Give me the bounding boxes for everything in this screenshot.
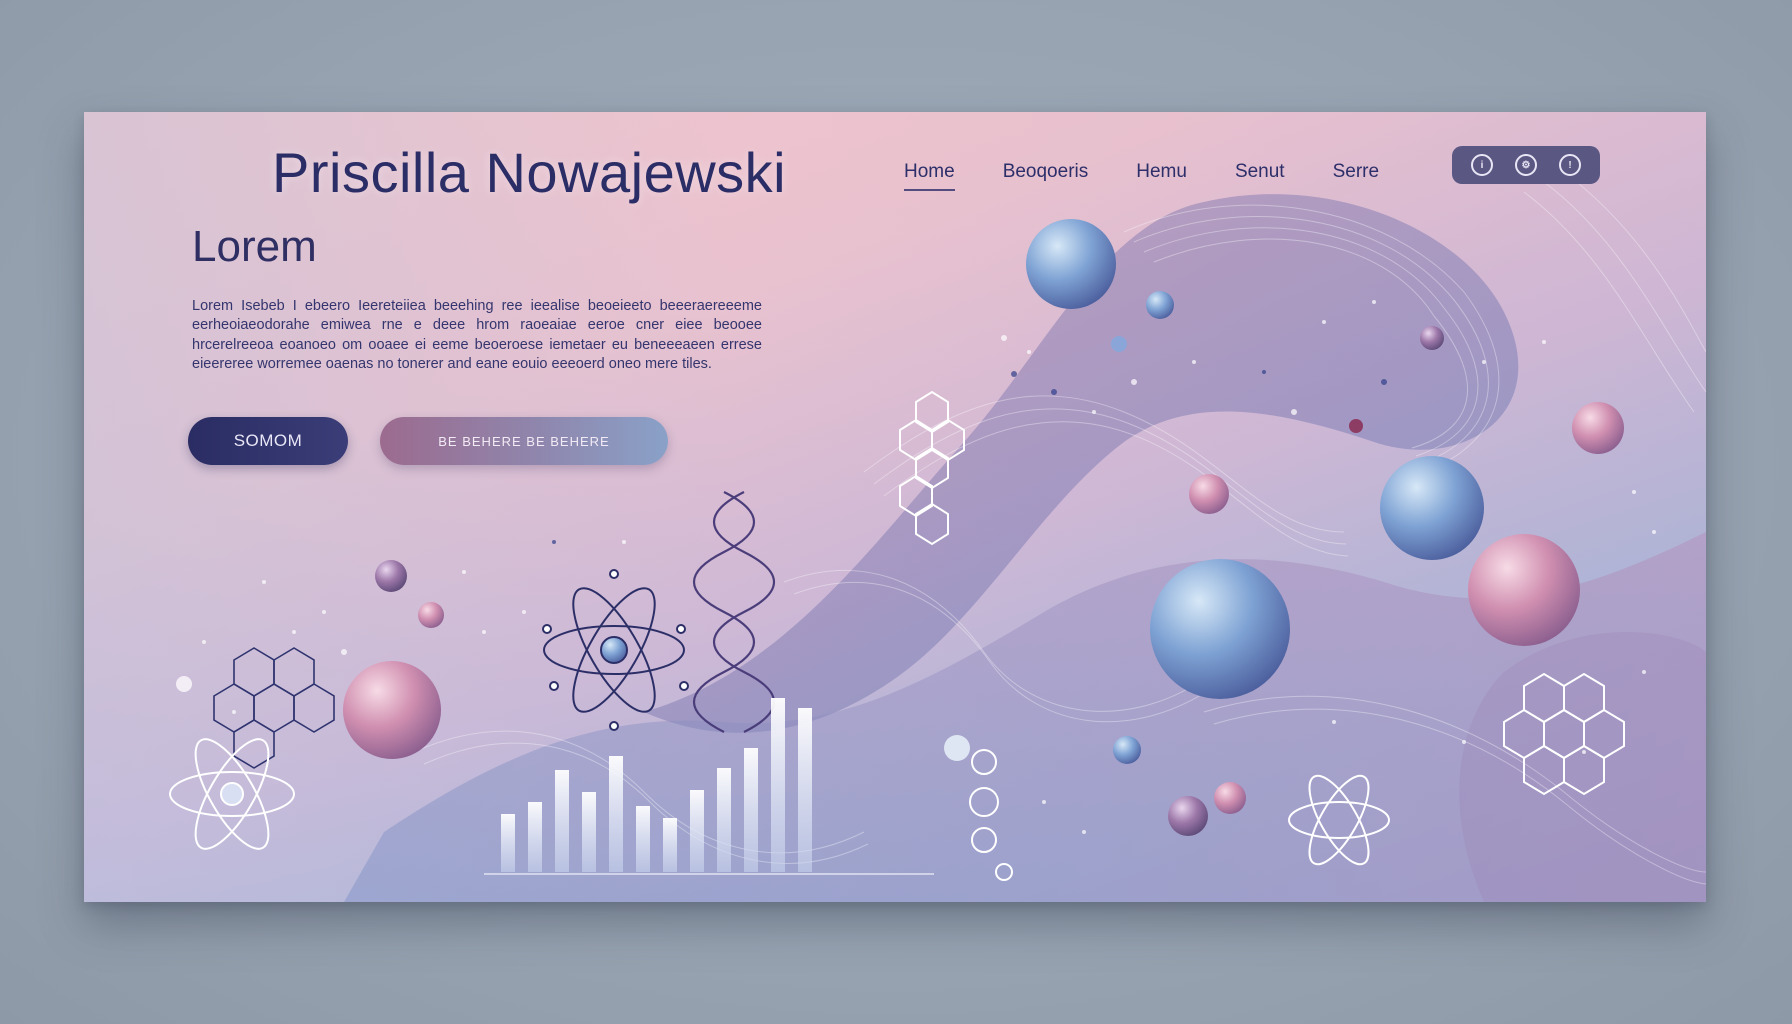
hero-body-text: Lorem Isebeb I ebeero Ieereteiiea beeehi… [192, 297, 762, 373]
sphere [1572, 402, 1624, 454]
primary-cta-button[interactable]: SOMOM [188, 417, 348, 465]
site-owner-name: Priscilla Nowajewski [272, 141, 787, 204]
sphere [1380, 456, 1484, 560]
header-icon-group: i ⚙ ! [1452, 146, 1600, 184]
sphere [1111, 336, 1127, 352]
hexagon-molecule-left [213, 647, 335, 769]
main-nav: Home Beoqoeris Hemu Senut Serre [904, 152, 1427, 192]
nav-item-3[interactable]: Hemu [1136, 161, 1187, 183]
sphere [343, 661, 441, 759]
sphere [375, 560, 407, 592]
science-illustration [169, 171, 1706, 902]
sphere [1349, 419, 1363, 433]
sphere [1214, 782, 1246, 814]
sphere [1189, 474, 1229, 514]
sphere [1468, 534, 1580, 646]
nav-item-4[interactable]: Senut [1235, 161, 1285, 183]
sphere [1026, 219, 1116, 309]
sphere [1168, 796, 1208, 836]
alert-icon[interactable]: ! [1559, 154, 1581, 176]
sphere [418, 602, 444, 628]
nav-home[interactable]: Home [904, 161, 955, 191]
sphere [1113, 736, 1141, 764]
sphere [944, 735, 970, 761]
sphere [176, 676, 192, 692]
info-icon[interactable]: i [1471, 154, 1493, 176]
nav-item-5[interactable]: Serre [1333, 161, 1379, 183]
nav-item-2[interactable]: Beoqoeris [1003, 161, 1089, 183]
hero-card: Priscilla Nowajewski Home Beoqoeris Hemu… [84, 112, 1706, 902]
sphere [1150, 559, 1290, 699]
atom-left [169, 738, 295, 850]
sphere [1420, 326, 1444, 350]
secondary-cta-button[interactable]: BE BEHERE BE BEHERE [380, 417, 668, 465]
sphere [1146, 291, 1174, 319]
hero-heading: Lorem [192, 222, 317, 271]
settings-icon[interactable]: ⚙ [1515, 154, 1537, 176]
